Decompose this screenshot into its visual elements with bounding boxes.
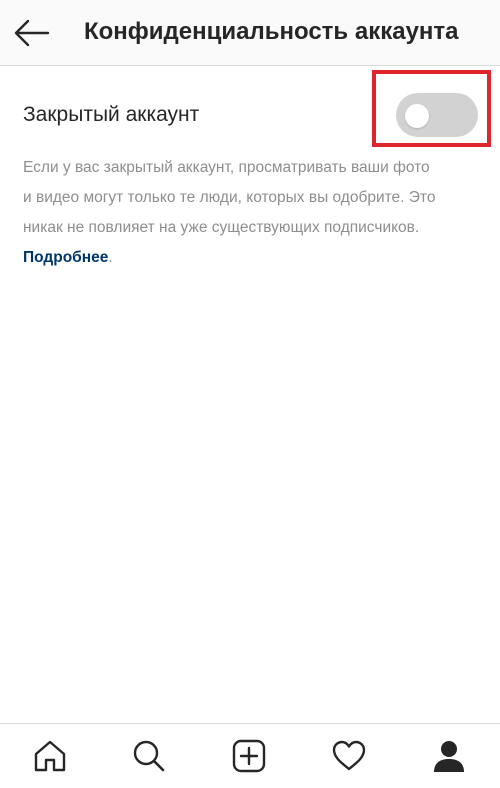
- back-button[interactable]: [10, 13, 54, 53]
- learn-more-link[interactable]: Подробнее: [23, 249, 108, 266]
- private-account-description: Если у вас закрытый аккаунт, просматрива…: [23, 153, 485, 273]
- add-post-icon: [232, 739, 266, 773]
- profile-icon: [434, 741, 464, 772]
- top-bar: Конфиденциальность аккаунта: [0, 0, 500, 66]
- tab-search[interactable]: [119, 724, 179, 788]
- arrow-left-icon: [14, 19, 50, 47]
- tab-profile[interactable]: [419, 724, 479, 788]
- description-link-line: Подробнее.: [23, 243, 485, 273]
- private-account-label: Закрытый аккаунт: [23, 103, 200, 126]
- search-icon: [133, 740, 165, 772]
- bottom-tab-bar: [0, 723, 500, 788]
- description-line: Если у вас закрытый аккаунт, просматрива…: [23, 159, 430, 176]
- page-title: Конфиденциальность аккаунта: [84, 18, 459, 45]
- home-icon: [34, 740, 66, 772]
- tab-home[interactable]: [20, 724, 80, 788]
- heart-icon: [332, 740, 366, 771]
- tab-new-post[interactable]: [219, 724, 279, 788]
- description-line: и видео могут только те люди, которых вы…: [23, 189, 436, 206]
- description-period: .: [108, 249, 113, 266]
- toggle-knob[interactable]: [405, 104, 429, 128]
- tab-activity[interactable]: [319, 724, 379, 788]
- private-account-row: Закрытый аккаунт: [0, 66, 500, 162]
- description-line: никак не повлияет на уже существующих по…: [23, 219, 420, 236]
